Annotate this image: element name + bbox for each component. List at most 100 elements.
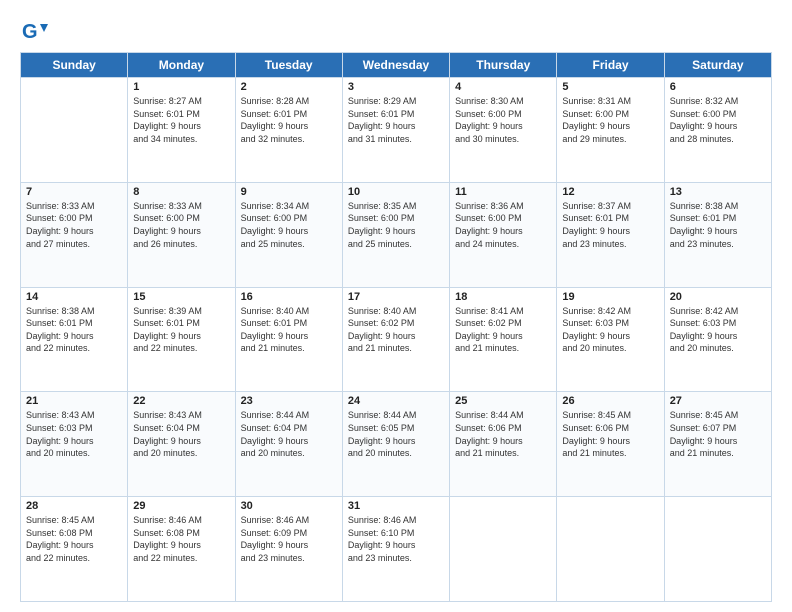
cell-details: Sunrise: 8:43 AM Sunset: 6:03 PM Dayligh… [26, 409, 122, 459]
week-row-3: 14 Sunrise: 8:38 AM Sunset: 6:01 PM Dayli… [21, 287, 772, 392]
page: G SundayMondayTuesdayWednesdayThursdayFr… [0, 0, 792, 612]
date-number: 12 [562, 186, 658, 198]
calendar-cell [557, 497, 664, 602]
calendar-cell: 21 Sunrise: 8:43 AM Sunset: 6:03 PM Dayli… [21, 392, 128, 497]
calendar-cell: 8 Sunrise: 8:33 AM Sunset: 6:00 PM Daylig… [128, 182, 235, 287]
header: G [20, 18, 772, 46]
day-header-thursday: Thursday [450, 53, 557, 78]
date-number: 16 [241, 291, 337, 303]
calendar-cell: 23 Sunrise: 8:44 AM Sunset: 6:04 PM Dayli… [235, 392, 342, 497]
date-number: 15 [133, 291, 229, 303]
day-header-wednesday: Wednesday [342, 53, 449, 78]
day-header-monday: Monday [128, 53, 235, 78]
day-header-sunday: Sunday [21, 53, 128, 78]
day-header-tuesday: Tuesday [235, 53, 342, 78]
date-number: 26 [562, 395, 658, 407]
calendar-cell: 28Sunrise: 8:45 AM Sunset: 6:08 PM Dayli… [21, 497, 128, 602]
cell-details: Sunrise: 8:45 AM Sunset: 6:07 PM Dayligh… [670, 409, 766, 459]
date-number: 7 [26, 186, 122, 198]
calendar-cell: 19Sunrise: 8:42 AM Sunset: 6:03 PM Dayli… [557, 287, 664, 392]
cell-details: Sunrise: 8:44 AM Sunset: 6:05 PM Dayligh… [348, 409, 444, 459]
date-number: 10 [348, 186, 444, 198]
cell-details: Sunrise: 8:41 AM Sunset: 6:02 PM Dayligh… [455, 305, 551, 355]
date-number: 30 [241, 500, 337, 512]
calendar-cell: 18 Sunrise: 8:41 AM Sunset: 6:02 PM Dayli… [450, 287, 557, 392]
date-number: 1 [133, 81, 229, 93]
cell-details: Sunrise: 8:38 AM Sunset: 6:01 PM Dayligh… [26, 305, 122, 355]
cell-details: Sunrise: 8:39 AM Sunset: 6:01 PM Dayligh… [133, 305, 229, 355]
header-row: SundayMondayTuesdayWednesdayThursdayFrid… [21, 53, 772, 78]
week-row-4: 21 Sunrise: 8:43 AM Sunset: 6:03 PM Dayli… [21, 392, 772, 497]
cell-details: Sunrise: 8:38 AM Sunset: 6:01 PM Dayligh… [670, 200, 766, 250]
calendar-cell: 2 Sunrise: 8:28 AM Sunset: 6:01 PM Daylig… [235, 78, 342, 183]
calendar-cell [21, 78, 128, 183]
date-number: 31 [348, 500, 444, 512]
date-number: 14 [26, 291, 122, 303]
week-row-5: 28Sunrise: 8:45 AM Sunset: 6:08 PM Dayli… [21, 497, 772, 602]
day-header-saturday: Saturday [664, 53, 771, 78]
week-row-2: 7 Sunrise: 8:33 AM Sunset: 6:00 PM Daylig… [21, 182, 772, 287]
cell-details: Sunrise: 8:46 AM Sunset: 6:08 PM Dayligh… [133, 514, 229, 564]
date-number: 28 [26, 500, 122, 512]
date-number: 22 [133, 395, 229, 407]
calendar-cell: 6 Sunrise: 8:32 AM Sunset: 6:00 PM Daylig… [664, 78, 771, 183]
cell-details: Sunrise: 8:37 AM Sunset: 6:01 PM Dayligh… [562, 200, 658, 250]
logo-icon: G [20, 18, 48, 46]
calendar-cell: 31 Sunrise: 8:46 AM Sunset: 6:10 PM Dayli… [342, 497, 449, 602]
cell-details: Sunrise: 8:46 AM Sunset: 6:10 PM Dayligh… [348, 514, 444, 564]
calendar-cell [664, 497, 771, 602]
cell-details: Sunrise: 8:30 AM Sunset: 6:00 PM Dayligh… [455, 95, 551, 145]
date-number: 29 [133, 500, 229, 512]
date-number: 8 [133, 186, 229, 198]
date-number: 4 [455, 81, 551, 93]
calendar-cell: 7Sunrise: 8:33 AM Sunset: 6:00 PM Daylig… [21, 182, 128, 287]
calendar-cell: 1 Sunrise: 8:27 AM Sunset: 6:01 PM Daylig… [128, 78, 235, 183]
calendar-cell: 22Sunrise: 8:43 AM Sunset: 6:04 PM Dayli… [128, 392, 235, 497]
svg-text:G: G [22, 21, 38, 43]
date-number: 11 [455, 186, 551, 198]
calendar-cell: 15 Sunrise: 8:39 AM Sunset: 6:01 PM Dayli… [128, 287, 235, 392]
date-number: 2 [241, 81, 337, 93]
cell-details: Sunrise: 8:35 AM Sunset: 6:00 PM Dayligh… [348, 200, 444, 250]
calendar-cell: 16 Sunrise: 8:40 AM Sunset: 6:01 PM Dayli… [235, 287, 342, 392]
cell-details: Sunrise: 8:44 AM Sunset: 6:06 PM Dayligh… [455, 409, 551, 459]
calendar-cell: 14 Sunrise: 8:38 AM Sunset: 6:01 PM Dayli… [21, 287, 128, 392]
date-number: 27 [670, 395, 766, 407]
calendar-cell: 29 Sunrise: 8:46 AM Sunset: 6:08 PM Dayli… [128, 497, 235, 602]
calendar-cell: 10 Sunrise: 8:35 AM Sunset: 6:00 PM Dayli… [342, 182, 449, 287]
calendar-cell: 9 Sunrise: 8:34 AM Sunset: 6:00 PM Daylig… [235, 182, 342, 287]
date-number: 25 [455, 395, 551, 407]
calendar-cell: 13 Sunrise: 8:38 AM Sunset: 6:01 PM Dayli… [664, 182, 771, 287]
cell-details: Sunrise: 8:36 AM Sunset: 6:00 PM Dayligh… [455, 200, 551, 250]
week-row-1: 1 Sunrise: 8:27 AM Sunset: 6:01 PM Daylig… [21, 78, 772, 183]
logo: G [20, 18, 52, 46]
date-number: 20 [670, 291, 766, 303]
cell-details: Sunrise: 8:42 AM Sunset: 6:03 PM Dayligh… [670, 305, 766, 355]
cell-details: Sunrise: 8:42 AM Sunset: 6:03 PM Dayligh… [562, 305, 658, 355]
cell-details: Sunrise: 8:33 AM Sunset: 6:00 PM Dayligh… [133, 200, 229, 250]
date-number: 21 [26, 395, 122, 407]
cell-details: Sunrise: 8:40 AM Sunset: 6:02 PM Dayligh… [348, 305, 444, 355]
cell-details: Sunrise: 8:28 AM Sunset: 6:01 PM Dayligh… [241, 95, 337, 145]
date-number: 24 [348, 395, 444, 407]
date-number: 6 [670, 81, 766, 93]
cell-details: Sunrise: 8:40 AM Sunset: 6:01 PM Dayligh… [241, 305, 337, 355]
calendar-cell: 5 Sunrise: 8:31 AM Sunset: 6:00 PM Daylig… [557, 78, 664, 183]
cell-details: Sunrise: 8:29 AM Sunset: 6:01 PM Dayligh… [348, 95, 444, 145]
cell-details: Sunrise: 8:31 AM Sunset: 6:00 PM Dayligh… [562, 95, 658, 145]
date-number: 23 [241, 395, 337, 407]
date-number: 9 [241, 186, 337, 198]
date-number: 13 [670, 186, 766, 198]
cell-details: Sunrise: 8:32 AM Sunset: 6:00 PM Dayligh… [670, 95, 766, 145]
date-number: 18 [455, 291, 551, 303]
date-number: 17 [348, 291, 444, 303]
calendar-cell: 3Sunrise: 8:29 AM Sunset: 6:01 PM Daylig… [342, 78, 449, 183]
cell-details: Sunrise: 8:34 AM Sunset: 6:00 PM Dayligh… [241, 200, 337, 250]
calendar-cell: 27 Sunrise: 8:45 AM Sunset: 6:07 PM Dayli… [664, 392, 771, 497]
cell-details: Sunrise: 8:44 AM Sunset: 6:04 PM Dayligh… [241, 409, 337, 459]
date-number: 5 [562, 81, 658, 93]
cell-details: Sunrise: 8:45 AM Sunset: 6:06 PM Dayligh… [562, 409, 658, 459]
calendar-cell: 24 Sunrise: 8:44 AM Sunset: 6:05 PM Dayli… [342, 392, 449, 497]
calendar-cell: 30Sunrise: 8:46 AM Sunset: 6:09 PM Dayli… [235, 497, 342, 602]
cell-details: Sunrise: 8:27 AM Sunset: 6:01 PM Dayligh… [133, 95, 229, 145]
